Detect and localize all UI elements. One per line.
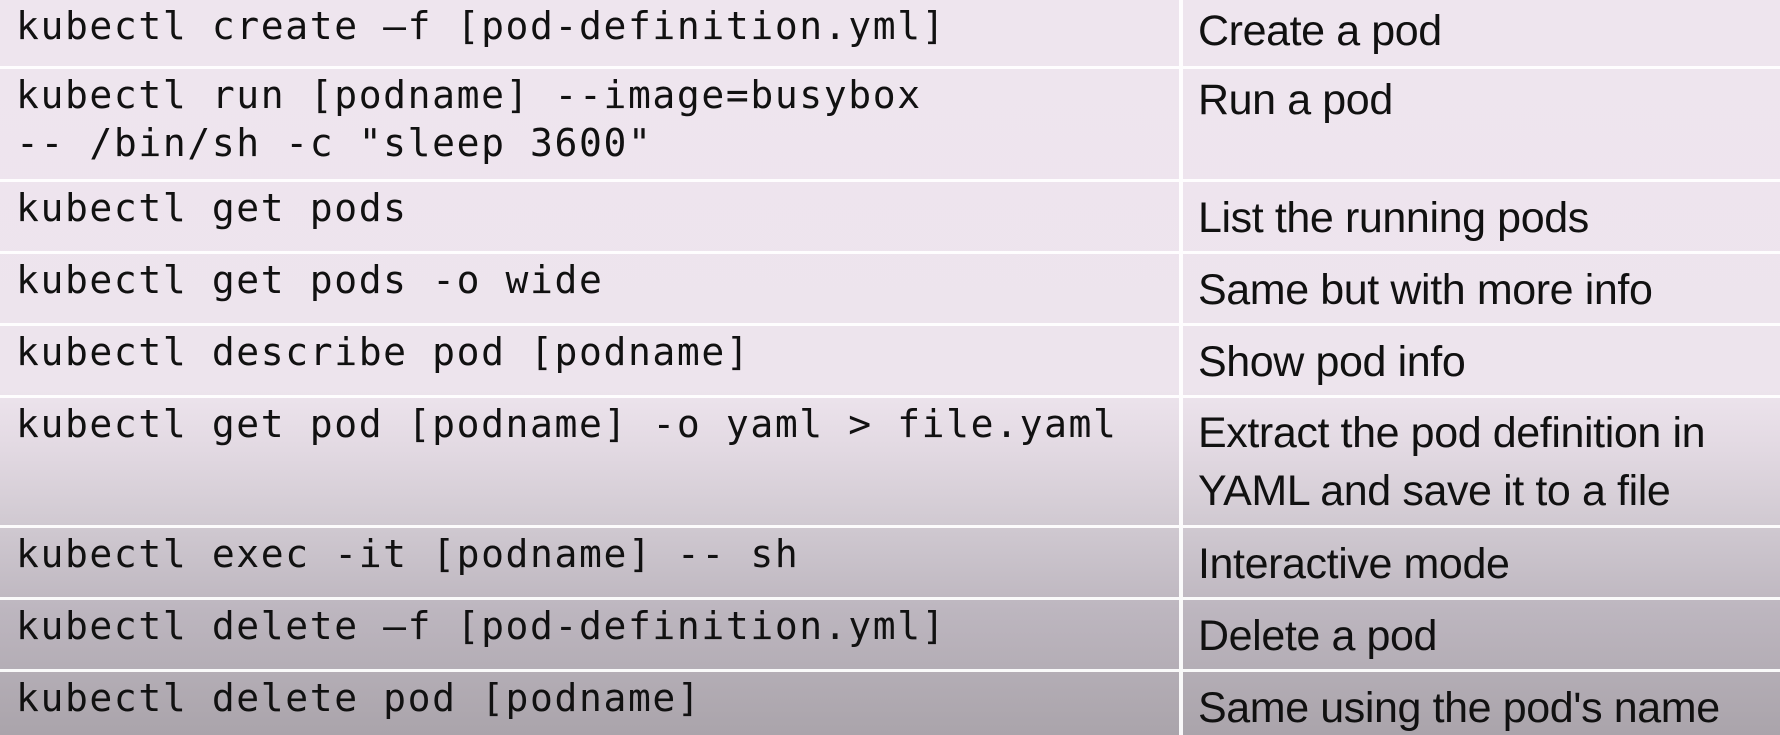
description-cell: Interactive mode [1181, 525, 1780, 599]
command-text: kubectl run [podname] --image=busybox --… [16, 73, 922, 165]
description-text: Show pod info [1198, 338, 1466, 386]
command-text: kubectl delete –f [pod-definition.yml] [16, 604, 947, 648]
command-text: kubectl create –f [pod-definition.yml] [16, 4, 947, 48]
command-text: kubectl get pods [16, 186, 408, 230]
command-cell: kubectl get pod [podname] -o yaml > file… [0, 395, 1183, 527]
kubectl-command-table: kubectl create –f [pod-definition.yml] C… [0, 0, 1780, 735]
command-text: kubectl exec -it [podname] -- sh [16, 532, 800, 576]
description-cell: Show pod info [1181, 323, 1780, 397]
description-cell: Same using the pod's name [1181, 669, 1780, 735]
table-row: kubectl get pod [podname] -o yaml > file… [0, 395, 1780, 527]
command-cell: kubectl exec -it [podname] -- sh [0, 525, 1183, 599]
command-cell: kubectl get pods [0, 179, 1183, 253]
description-text: Extract the pod definition in YAML and s… [1198, 409, 1706, 515]
table-row: kubectl get pods -o wide Same but with m… [0, 251, 1780, 325]
table-row: kubectl get pods List the running pods [0, 179, 1780, 253]
table-row: kubectl exec -it [podname] -- sh Interac… [0, 525, 1780, 599]
description-text: Create a pod [1198, 7, 1442, 55]
command-cell: kubectl describe pod [podname] [0, 323, 1183, 397]
table-row: kubectl delete pod [podname] Same using … [0, 669, 1780, 735]
description-cell: Extract the pod definition in YAML and s… [1181, 395, 1780, 527]
command-cell: kubectl create –f [pod-definition.yml] [0, 0, 1183, 68]
command-text: kubectl get pod [podname] -o yaml > file… [16, 402, 1118, 446]
table-row: kubectl delete –f [pod-definition.yml] D… [0, 597, 1780, 671]
description-text: Same but with more info [1198, 266, 1653, 314]
table-row: kubectl run [podname] --image=busybox --… [0, 66, 1780, 181]
description-cell: List the running pods [1181, 179, 1780, 253]
description-text: Run a pod [1198, 76, 1393, 124]
command-text: kubectl describe pod [podname] [16, 330, 751, 374]
command-text: kubectl delete pod [podname] [16, 676, 702, 720]
command-cell: kubectl run [podname] --image=busybox --… [0, 66, 1183, 181]
description-cell: Delete a pod [1181, 597, 1780, 671]
description-text: List the running pods [1198, 194, 1589, 242]
description-cell: Same but with more info [1181, 251, 1780, 325]
description-text: Same using the pod's name [1198, 684, 1720, 732]
command-cell: kubectl delete –f [pod-definition.yml] [0, 597, 1183, 671]
command-cell: kubectl delete pod [podname] [0, 669, 1183, 735]
description-text: Interactive mode [1198, 540, 1510, 588]
description-text: Delete a pod [1198, 612, 1438, 660]
table-row: kubectl create –f [pod-definition.yml] C… [0, 0, 1780, 68]
table-row: kubectl describe pod [podname] Show pod … [0, 323, 1780, 397]
description-cell: Create a pod [1181, 0, 1780, 68]
command-text: kubectl get pods -o wide [16, 258, 604, 302]
command-cell: kubectl get pods -o wide [0, 251, 1183, 325]
description-cell: Run a pod [1181, 66, 1780, 181]
slide: kubectl create –f [pod-definition.yml] C… [0, 0, 1780, 735]
